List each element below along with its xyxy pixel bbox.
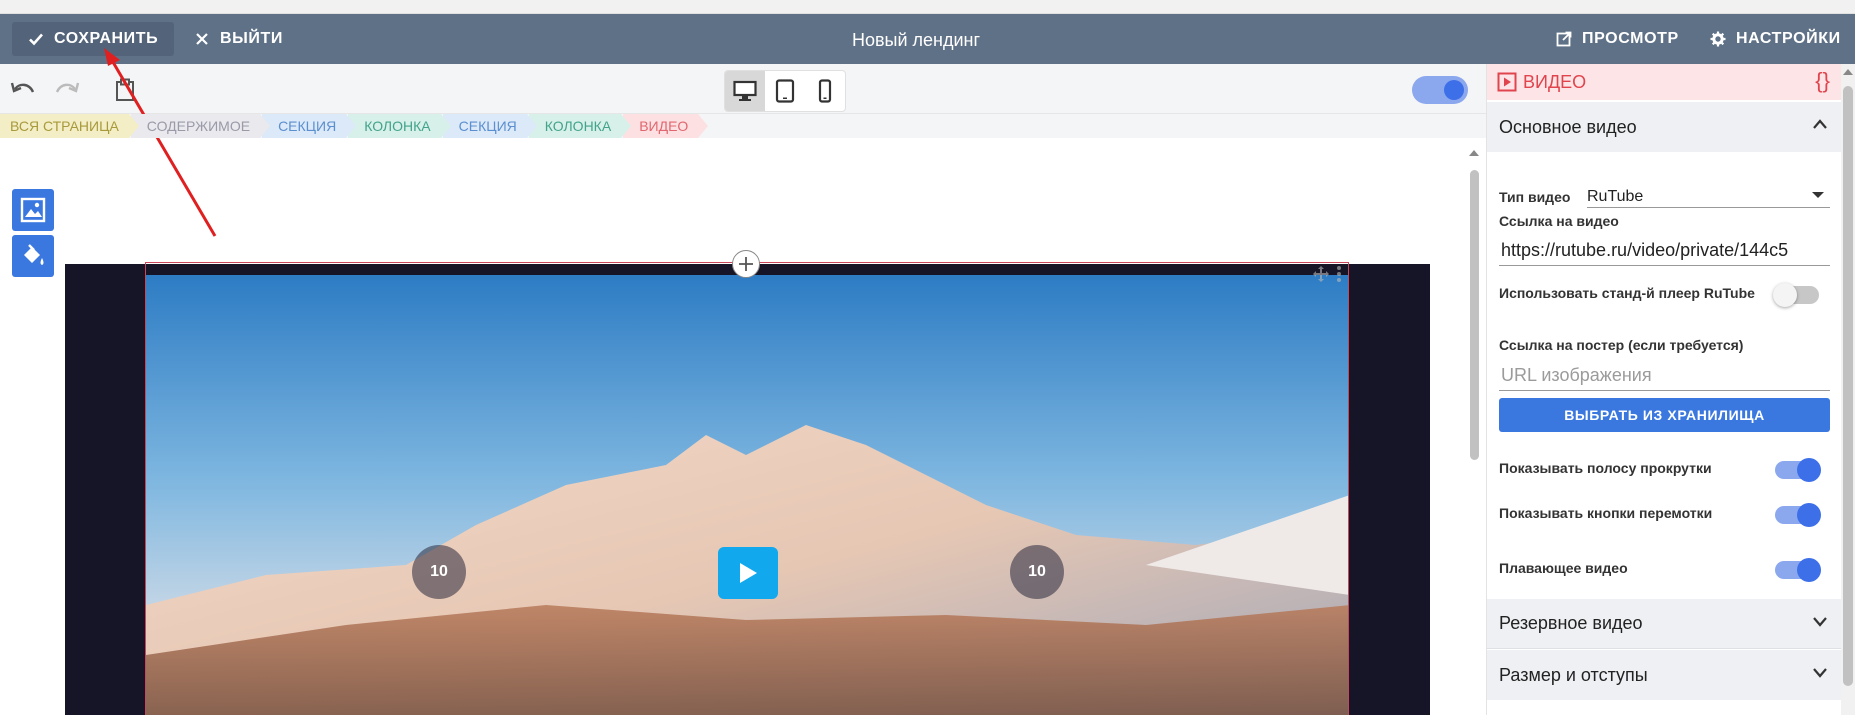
preview-button[interactable]: ПРОСМОТР <box>1540 22 1695 56</box>
scrollbar-thumb[interactable] <box>1470 170 1479 460</box>
scrollbar-thumb[interactable] <box>1843 86 1853 686</box>
accordion-backup-video[interactable]: Резервное видео <box>1487 599 1842 649</box>
choose-from-storage-button[interactable]: ВЫБРАТЬ ИЗ ХРАНИЛИЩА <box>1499 398 1830 432</box>
floating-video-label: Плавающее видео <box>1499 560 1628 576</box>
accordion-size-margins[interactable]: Размер и отступы <box>1487 650 1842 700</box>
preview-button-label: ПРОСМОТР <box>1582 30 1679 47</box>
show-scrollbar-toggle[interactable] <box>1775 458 1821 482</box>
mountain-poster-image <box>146 275 1348 715</box>
redo-button[interactable] <box>54 78 80 102</box>
canvas-scrollbar[interactable] <box>1468 148 1480 715</box>
settings-button-label: НАСТРОЙКИ <box>1736 30 1841 47</box>
panel-title: ВИДЕО <box>1523 71 1587 92</box>
editor-topbar: СОХРАНИТЬ ВЫЙТИ Новый лендинг ПРОСМОТР Н… <box>0 14 1855 64</box>
breadcrumb: ВСЯ СТРАНИЦА СОДЕРЖИМОЕ СЕКЦИЯ КОЛОНКА СЕКЦИ… <box>0 114 1486 138</box>
device-desktop-button[interactable] <box>725 71 765 111</box>
editor-toolbar <box>0 64 1486 114</box>
plus-icon <box>739 257 753 271</box>
toggle-knob <box>1797 458 1821 482</box>
accordion-size-margins-label: Размер и отступы <box>1499 664 1648 685</box>
breadcrumb-item[interactable]: СЕКЦИЯ <box>442 114 537 138</box>
toggle-knob <box>1797 558 1821 582</box>
breadcrumb-item[interactable]: ВСЯ СТРАНИЦА <box>0 114 139 138</box>
device-switcher <box>724 70 846 112</box>
breadcrumb-item[interactable]: КОЛОНКА <box>528 114 632 138</box>
panel-scrollbar[interactable] <box>1841 64 1855 715</box>
breadcrumb-item[interactable]: СОДЕРЖИМОЕ <box>130 114 271 138</box>
undo-button[interactable] <box>10 78 36 102</box>
play-button[interactable] <box>718 547 778 599</box>
play-icon <box>740 563 757 583</box>
page-canvas: 10 10 <box>0 138 1486 715</box>
video-play-icon <box>1497 72 1517 92</box>
video-url-label: Ссылка на видео <box>1499 213 1619 229</box>
breadcrumb-item[interactable]: ВИДЕО <box>623 114 709 138</box>
std-player-label: Использовать станд-й плеер RuTube <box>1499 285 1755 301</box>
phone-icon <box>818 79 832 103</box>
device-phone-button[interactable] <box>805 71 845 111</box>
image-block-button[interactable] <box>12 189 54 231</box>
video-type-select[interactable]: RuTube <box>1587 182 1830 208</box>
accordion-backup-video-label: Резервное видео <box>1499 613 1643 633</box>
code-braces-button[interactable]: {} <box>1815 68 1830 94</box>
clipboard-button[interactable] <box>112 78 138 102</box>
settings-button[interactable]: НАСТРОЙКИ <box>1694 22 1855 56</box>
more-vertical-icon[interactable] <box>1336 265 1342 283</box>
toggle-knob <box>1444 80 1464 100</box>
panel-header: ВИДЕО {} <box>1487 64 1842 100</box>
video-preview: 10 10 <box>146 275 1348 715</box>
toggle-knob <box>1797 503 1821 527</box>
chevron-up-icon <box>1813 119 1827 129</box>
image-icon <box>20 197 46 223</box>
video-type-label: Тип видео <box>1499 189 1571 205</box>
toggle-knob <box>1773 283 1797 307</box>
skip-back-label: 10 <box>430 563 448 580</box>
std-player-toggle[interactable] <box>1773 283 1819 307</box>
device-tablet-button[interactable] <box>765 71 805 111</box>
block-tools <box>1312 265 1342 283</box>
accordion-main-video[interactable]: Основное видео <box>1487 102 1842 152</box>
breadcrumb-item[interactable]: СЕКЦИЯ <box>262 114 357 138</box>
accordion-main-video-label: Основное видео <box>1499 116 1637 137</box>
tablet-icon <box>775 79 795 103</box>
floating-video-toggle[interactable] <box>1775 558 1821 582</box>
video-block[interactable]: 10 10 <box>145 262 1349 715</box>
poster-url-label: Ссылка на постер (если требуется) <box>1499 337 1744 353</box>
edit-mode-toggle[interactable] <box>1412 76 1468 104</box>
video-url-input[interactable]: https://rutube.ru/video/private/144c5 <box>1499 236 1830 266</box>
external-link-icon <box>1556 31 1572 47</box>
clipboard-icon <box>116 78 134 101</box>
undo-icon <box>10 82 35 93</box>
show-scrollbar-label: Показывать полосу прокрутки <box>1499 460 1712 476</box>
show-seek-toggle[interactable] <box>1775 503 1821 527</box>
scroll-up-arrow-icon[interactable] <box>1841 66 1855 78</box>
video-type-value: RuTube <box>1587 188 1644 205</box>
browser-chrome-strip <box>0 0 1855 14</box>
add-block-button[interactable] <box>732 250 760 278</box>
skip-back-button[interactable]: 10 <box>412 545 466 599</box>
chevron-down-icon <box>1813 668 1827 678</box>
breadcrumb-item[interactable]: КОЛОНКА <box>348 114 452 138</box>
scroll-up-arrow-icon[interactable] <box>1468 148 1480 158</box>
skip-forward-button[interactable]: 10 <box>1010 545 1064 599</box>
gear-icon <box>1710 31 1726 47</box>
show-seek-label: Показывать кнопки перемотки <box>1499 505 1713 521</box>
dropdown-arrow-icon <box>1812 192 1824 198</box>
properties-panel: ВИДЕО {} Основное видео Тип видео RuTube… <box>1486 64 1842 715</box>
skip-forward-label: 10 <box>1028 563 1046 580</box>
poster-url-input[interactable]: URL изображения <box>1499 361 1830 391</box>
desktop-icon <box>733 80 757 101</box>
chevron-down-icon <box>1813 617 1827 627</box>
fill-color-button[interactable] <box>12 235 54 277</box>
redo-icon <box>55 82 80 93</box>
move-icon[interactable] <box>1312 265 1330 283</box>
paint-bucket-icon <box>24 244 44 265</box>
